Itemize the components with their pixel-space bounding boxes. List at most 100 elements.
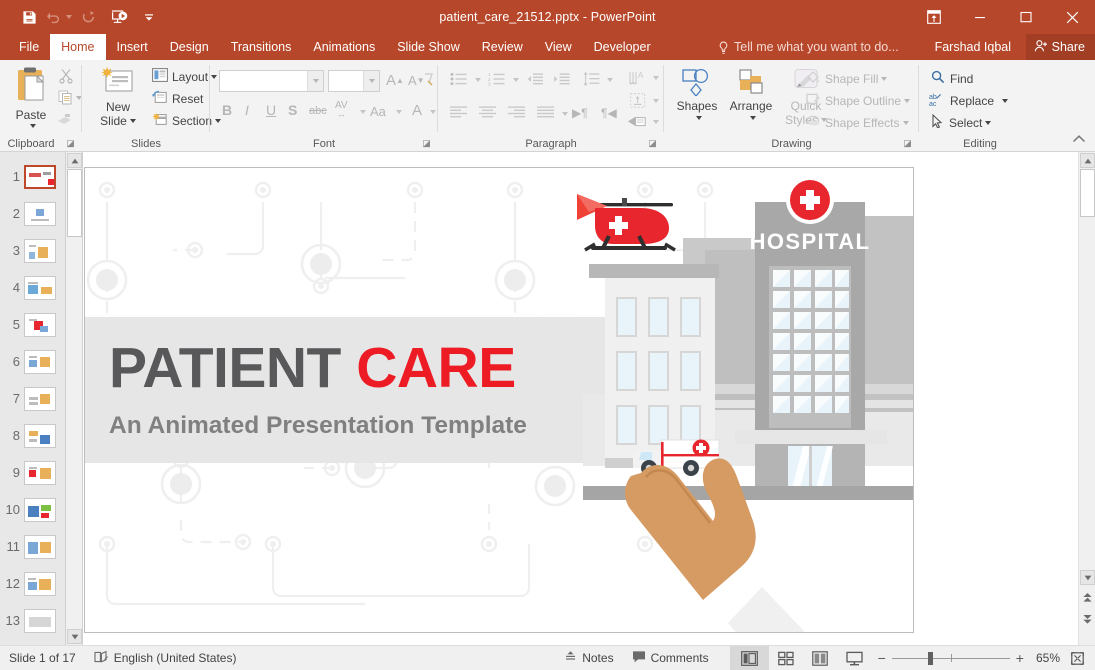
select-button[interactable]: Select: [931, 113, 992, 131]
underline-button[interactable]: U: [266, 102, 276, 118]
increase-font-size-button[interactable]: A ▲: [386, 72, 404, 89]
text-shadow-button[interactable]: S: [288, 102, 297, 118]
italic-button[interactable]: I: [245, 102, 249, 118]
slide-thumbnail-3[interactable]: 3: [0, 232, 65, 269]
shape-fill-button[interactable]: Shape Fill: [806, 70, 888, 87]
select-chevron-down-icon[interactable]: [985, 120, 992, 125]
paragraph-dialog-launcher[interactable]: ◪: [647, 138, 658, 149]
account-name[interactable]: Farshad Iqbal: [935, 34, 1011, 60]
font-color-chevron-down-icon[interactable]: [430, 110, 436, 114]
zoom-in-button[interactable]: +: [1010, 646, 1030, 670]
tab-file[interactable]: File: [8, 34, 50, 60]
tab-insert[interactable]: Insert: [106, 34, 159, 60]
previous-slide-icon[interactable]: [1082, 592, 1093, 606]
slide-thumbnail-5[interactable]: 5: [0, 306, 65, 343]
slide-thumbnail-preview[interactable]: [24, 201, 56, 226]
new-slide-chevron-down-icon[interactable]: [129, 119, 136, 123]
slide-thumbnail-preview[interactable]: [24, 423, 56, 448]
fit-to-window-button[interactable]: [1066, 646, 1095, 670]
slide-thumbnail-preview[interactable]: [24, 312, 56, 337]
slide-sorter-button[interactable]: [769, 646, 803, 670]
character-spacing-chevron-down-icon[interactable]: [360, 110, 366, 114]
language-indicator[interactable]: English (United States): [85, 646, 246, 670]
text-direction-chevron-down-icon[interactable]: [653, 76, 659, 80]
find-button[interactable]: Find: [931, 70, 973, 87]
shape-fill-chevron-down-icon[interactable]: [881, 76, 888, 81]
slide-counter[interactable]: Slide 1 of 17: [0, 646, 85, 670]
bullets-chevron-down-icon[interactable]: [475, 78, 481, 82]
strikethrough-button[interactable]: abc: [309, 105, 327, 117]
convert-to-smartart-chevron-down-icon[interactable]: [653, 120, 659, 124]
character-spacing-button[interactable]: AV ↔: [335, 101, 348, 119]
shapes-button[interactable]: Shapes: [672, 68, 722, 120]
bold-button[interactable]: B: [222, 102, 232, 118]
decrease-list-level-button[interactable]: [526, 72, 544, 86]
slide-thumbnail-10[interactable]: 10: [0, 491, 65, 528]
copy-button[interactable]: [58, 90, 82, 105]
slide-thumbnail-7[interactable]: 7: [0, 380, 65, 417]
shape-effects-chevron-down-icon[interactable]: [902, 120, 909, 125]
line-spacing-chevron-down-icon[interactable]: [607, 78, 613, 82]
comments-button[interactable]: Comments: [623, 646, 718, 670]
replace-button[interactable]: ab ac Replace: [929, 92, 1009, 110]
thumbnail-scrollbar[interactable]: [66, 152, 83, 645]
layout-button[interactable]: Layout: [152, 68, 218, 85]
next-slide-icon[interactable]: [1082, 614, 1093, 628]
center-button[interactable]: [479, 106, 497, 118]
right-to-left-button[interactable]: ¶◀: [601, 106, 617, 120]
tab-design[interactable]: Design: [159, 34, 220, 60]
slide-thumbnail-1[interactable]: 1: [0, 158, 65, 195]
line-spacing-button[interactable]: [583, 72, 600, 86]
normal-view-button[interactable]: [729, 645, 769, 670]
slide-show-button[interactable]: [837, 646, 872, 670]
font-size-input[interactable]: [328, 70, 380, 92]
slide-thumbnail-preview[interactable]: [24, 571, 56, 596]
slide-thumbnail-4[interactable]: 4: [0, 269, 65, 306]
scroll-down-icon[interactable]: [1080, 570, 1095, 585]
arrange-chevron-down-icon[interactable]: [749, 116, 756, 120]
thumbnail-scroll-up-icon[interactable]: [67, 153, 82, 168]
numbering-chevron-down-icon[interactable]: [513, 78, 519, 82]
collapse-ribbon-button[interactable]: [1072, 133, 1086, 147]
reading-view-button[interactable]: [803, 646, 837, 670]
slide-thumbnail-2[interactable]: 2: [0, 195, 65, 232]
thumbnail-scroll-down-icon[interactable]: [67, 629, 82, 644]
align-text-button[interactable]: [630, 93, 646, 108]
font-dialog-launcher[interactable]: ◪: [421, 138, 432, 149]
scroll-up-icon[interactable]: [1080, 153, 1095, 168]
text-direction-button[interactable]: A: [628, 70, 646, 86]
slide-thumbnail-preview[interactable]: [24, 238, 56, 263]
justify-button[interactable]: [537, 106, 555, 118]
share-button[interactable]: Share: [1025, 34, 1095, 60]
tab-review[interactable]: Review: [471, 34, 534, 60]
bullets-button[interactable]: [450, 72, 468, 86]
zoom-slider[interactable]: [891, 646, 1010, 670]
slide-vertical-scrollbar[interactable]: [1078, 152, 1095, 645]
font-size-chevron-down-icon[interactable]: [363, 71, 379, 91]
ribbon-display-options-icon[interactable]: [911, 0, 957, 34]
paste-chevron-down-icon[interactable]: [29, 124, 36, 128]
change-case-chevron-down-icon[interactable]: [396, 110, 402, 114]
align-right-button[interactable]: [508, 106, 526, 118]
reset-button[interactable]: Reset: [152, 90, 203, 107]
shape-outline-chevron-down-icon[interactable]: [904, 98, 911, 103]
shapes-chevron-down-icon[interactable]: [695, 116, 702, 120]
new-slide-button[interactable]: New Slide: [92, 66, 144, 128]
align-left-button[interactable]: [450, 106, 468, 118]
slide-title[interactable]: PATIENT CARE An Animated Presentation Te…: [109, 336, 527, 440]
font-color-button[interactable]: A: [412, 102, 422, 119]
tab-home[interactable]: Home: [50, 34, 106, 60]
tab-transitions[interactable]: Transitions: [220, 34, 303, 60]
arrange-button[interactable]: Arrange: [726, 68, 776, 120]
slide-thumbnail-12[interactable]: 12: [0, 565, 65, 602]
slide-thumbnail-preview[interactable]: [24, 460, 56, 485]
paste-button[interactable]: Paste: [8, 66, 54, 128]
numbering-button[interactable]: 123: [488, 72, 506, 86]
replace-chevron-down-icon[interactable]: [1002, 99, 1009, 103]
slide-thumbnail-preview[interactable]: [24, 608, 56, 633]
zoom-level[interactable]: 65%: [1030, 646, 1066, 670]
thumbnail-scrollbar-thumb[interactable]: [67, 169, 82, 237]
slide-thumbnail-preview[interactable]: [24, 386, 56, 411]
scrollbar-thumb[interactable]: [1080, 169, 1095, 217]
minimize-icon[interactable]: [957, 0, 1003, 34]
